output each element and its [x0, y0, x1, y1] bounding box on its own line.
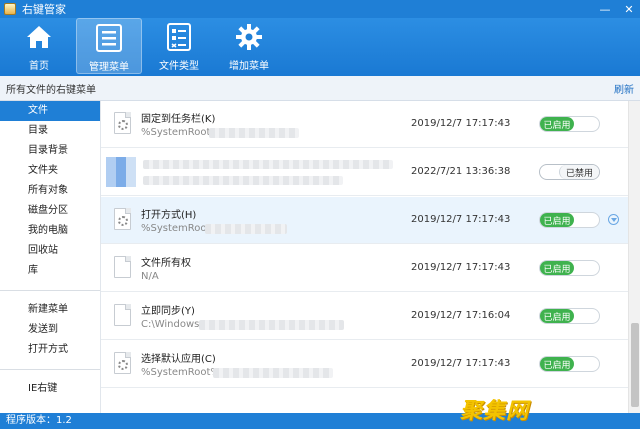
list-item[interactable]: 文件所有权 N/A 2019/12/7 17:17:43 已启用 — [101, 245, 628, 292]
status-label: 已启用 — [540, 117, 574, 131]
toolbar-add-menu-button[interactable]: 增加菜单 — [216, 18, 282, 74]
item-date: 2019/12/7 17:16:04 — [411, 310, 511, 321]
watermark: 聚集网 — [460, 399, 530, 424]
item-path: %SystemRoot% — [141, 367, 220, 378]
gear-icon — [234, 22, 264, 52]
sidebar-item-send-to[interactable]: 发送到 — [0, 320, 100, 340]
minimize-button[interactable]: — — [598, 2, 612, 16]
item-name: 固定到任务栏(K) — [141, 114, 216, 125]
obscured-text — [143, 160, 393, 169]
list-item[interactable]: 立即同步(Y) C:\Windows 2019/12/7 17:16:04 已启… — [101, 293, 628, 340]
item-name: 文件所有权 — [141, 258, 191, 269]
sidebar-item-my-computer[interactable]: 我的电脑 — [0, 221, 100, 241]
item-path: %SystemRoot — [141, 223, 211, 234]
toolbar-file-type-button[interactable]: 文件类型 — [146, 18, 212, 74]
item-name: 立即同步(Y) — [141, 306, 195, 317]
blank-file-icon — [114, 304, 131, 326]
menu-item-list: 固定到任务栏(K) %SystemRoot 2019/12/7 17:17:43… — [101, 101, 628, 413]
blank-file-icon — [114, 256, 131, 278]
status-label: 已启用 — [540, 357, 574, 371]
title-bar: 右键管家 — ✕ — [0, 0, 640, 18]
item-date: 2019/12/7 17:17:43 — [411, 118, 511, 129]
status-toggle[interactable]: 已禁用 — [539, 164, 600, 180]
item-path: N/A — [141, 271, 159, 282]
status-label: 已启用 — [540, 213, 574, 227]
status-bar: 程序版本：1.2 — [0, 413, 640, 429]
gear-file-icon — [114, 112, 131, 134]
toolbar-file-type-label: 文件类型 — [159, 61, 199, 72]
chevron-down-icon[interactable] — [608, 214, 619, 225]
obscured-text — [199, 320, 344, 330]
app-logo-icon — [4, 3, 16, 15]
version-label: 程序版本：1.2 — [6, 415, 72, 426]
obscured-text — [205, 224, 287, 234]
obscured-text — [143, 176, 343, 185]
item-date: 2022/7/21 13:36:38 — [411, 166, 511, 177]
item-name: 打开方式(H) — [141, 210, 197, 221]
list-item[interactable]: 2022/7/21 13:36:38 已禁用 — [101, 149, 628, 196]
status-toggle[interactable]: 已启用 — [539, 308, 600, 324]
gear-file-icon — [114, 352, 131, 374]
main-toolbar: 首页 管理菜单 文件类型 增加菜单 — [0, 18, 640, 76]
window-controls: — ✕ — [598, 0, 636, 18]
menu-list-icon — [94, 23, 124, 53]
list-item[interactable]: 选择默认应用(C) %SystemRoot% 2019/12/7 17:17:4… — [101, 341, 628, 388]
vertical-scrollbar[interactable] — [628, 101, 640, 413]
item-name: 选择默认应用(C) — [141, 354, 216, 365]
file-type-icon — [164, 22, 194, 52]
item-date: 2019/12/7 17:17:43 — [411, 262, 511, 273]
status-toggle[interactable]: 已启用 — [539, 212, 600, 228]
section-header: 所有文件的右键菜单 刷新 — [0, 76, 640, 101]
sidebar-item-all-objects[interactable]: 所有对象 — [0, 181, 100, 201]
toolbar-manage-menu-button[interactable]: 管理菜单 — [76, 18, 142, 74]
obscured-text — [209, 128, 299, 138]
sidebar: 文件 目录 目录背景 文件夹 所有对象 磁盘分区 我的电脑 回收站 库 新建菜单… — [0, 101, 101, 413]
sidebar-item-file[interactable]: 文件 — [0, 101, 100, 121]
status-toggle[interactable]: 已启用 — [539, 356, 600, 372]
sidebar-divider — [0, 290, 100, 291]
status-label: 已启用 — [540, 309, 574, 323]
item-date: 2019/12/7 17:17:43 — [411, 358, 511, 369]
sidebar-divider — [0, 369, 100, 370]
sidebar-item-directory-background[interactable]: 目录背景 — [0, 141, 100, 161]
sidebar-item-new-menu[interactable]: 新建菜单 — [0, 300, 100, 320]
close-button[interactable]: ✕ — [622, 2, 636, 16]
item-path: %SystemRoot — [141, 127, 211, 138]
scrollbar-thumb[interactable] — [631, 323, 639, 407]
sidebar-item-folder[interactable]: 文件夹 — [0, 161, 100, 181]
list-item[interactable]: 打开方式(H) %SystemRoot 2019/12/7 17:17:43 已… — [101, 197, 628, 244]
refresh-link[interactable]: 刷新 — [614, 81, 634, 96]
toolbar-home-label: 首页 — [29, 61, 49, 72]
window-title: 右键管家 — [22, 3, 66, 16]
home-icon — [24, 22, 54, 52]
section-title: 所有文件的右键菜单 — [6, 84, 96, 96]
toolbar-add-menu-label: 增加菜单 — [229, 61, 269, 72]
item-date: 2019/12/7 17:17:43 — [411, 214, 511, 225]
sidebar-item-open-with[interactable]: 打开方式 — [0, 340, 100, 360]
status-label: 已禁用 — [559, 165, 599, 179]
list-item[interactable]: 固定到任务栏(K) %SystemRoot 2019/12/7 17:17:43… — [101, 101, 628, 148]
sidebar-item-drive[interactable]: 磁盘分区 — [0, 201, 100, 221]
status-toggle[interactable]: 已启用 — [539, 116, 600, 132]
sidebar-item-library[interactable]: 库 — [0, 261, 100, 281]
gear-file-icon — [114, 208, 131, 230]
blurred-app-icon — [106, 157, 136, 187]
sidebar-item-ie-menu[interactable]: IE右键 — [0, 379, 100, 399]
sidebar-item-directory[interactable]: 目录 — [0, 121, 100, 141]
sidebar-item-recycle-bin[interactable]: 回收站 — [0, 241, 100, 261]
toolbar-home-button[interactable]: 首页 — [6, 18, 72, 74]
toolbar-manage-menu-label: 管理菜单 — [89, 62, 129, 73]
status-label: 已启用 — [540, 261, 574, 275]
obscured-text — [213, 368, 333, 378]
item-path: C:\Windows — [141, 319, 200, 330]
status-toggle[interactable]: 已启用 — [539, 260, 600, 276]
